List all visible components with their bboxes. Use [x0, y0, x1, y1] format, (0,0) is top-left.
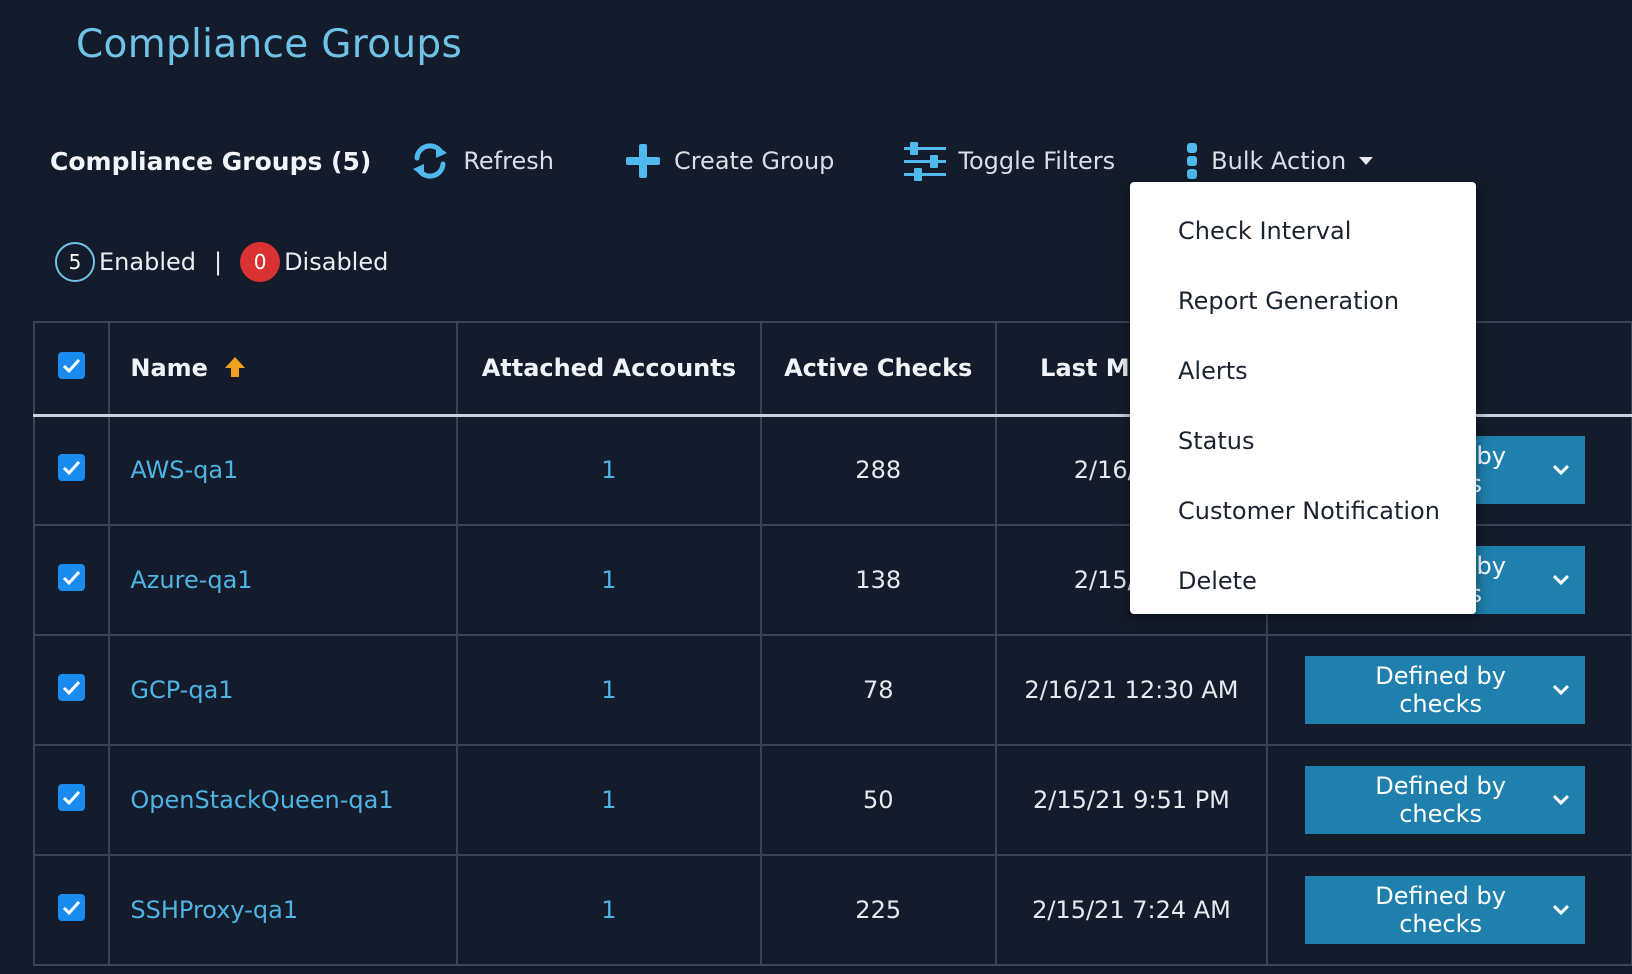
attached-accounts-link[interactable]: 1 [601, 676, 616, 704]
active-checks-cell: 288 [759, 415, 997, 525]
group-name-link[interactable]: OpenStackQueen-qa1 [130, 786, 393, 814]
disabled-count-badge: 0 [240, 242, 281, 282]
status-summary: 5 Enabled | 0 Disabled [55, 242, 388, 282]
attached-accounts-cell: 1 [456, 525, 762, 635]
status-dropdown-label: Defined by checks [1375, 772, 1506, 828]
attached-accounts-cell: 1 [456, 745, 762, 855]
menu-item-status[interactable]: Status [1130, 406, 1476, 476]
name-cell: AWS-qa1 [108, 415, 459, 525]
vertical-dots-icon [1187, 143, 1198, 179]
refresh-label: Refresh [463, 147, 554, 175]
last-modified-cell: 2/15/21 7:24 AM [994, 855, 1269, 965]
attached-accounts-link[interactable]: 1 [601, 896, 616, 924]
status-cell: Defined by checks [1266, 855, 1632, 965]
active-checks-cell: 138 [759, 525, 997, 635]
create-group-button[interactable]: Create Group [624, 142, 834, 180]
attached-accounts-link[interactable]: 1 [601, 786, 616, 814]
checkmark-icon [63, 358, 81, 373]
group-count-label: Compliance Groups (5) [50, 146, 372, 176]
chevron-down-icon [1552, 684, 1569, 696]
menu-item-customer-notification[interactable]: Customer Notification [1130, 476, 1476, 546]
checkmark-icon [63, 790, 81, 805]
checkmark-icon [63, 680, 81, 695]
enabled-label: Enabled [99, 248, 196, 276]
attached-accounts-cell: 1 [456, 415, 762, 525]
table-row: OpenStackQueen-qa1 1 50 2/15/21 9:51 PM … [32, 745, 1632, 855]
row-checkbox[interactable] [58, 453, 86, 481]
checkmark-icon [63, 900, 81, 915]
active-checks-cell: 225 [759, 855, 997, 965]
select-all-checkbox[interactable] [58, 351, 86, 379]
last-modified-cell: 2/16/21 12:30 AM [994, 635, 1269, 745]
status-separator: | [213, 248, 223, 276]
attached-accounts-link[interactable]: 1 [601, 566, 616, 594]
table-row: SSHProxy-qa1 1 225 2/15/21 7:24 AM Defin… [32, 855, 1632, 965]
last-modified-cell: 2/15/21 9:51 PM [994, 745, 1269, 855]
row-select-cell [32, 525, 111, 635]
name-cell: Azure-qa1 [108, 525, 459, 635]
refresh-button[interactable]: Refresh [409, 140, 554, 182]
select-all-cell [32, 321, 111, 417]
row-checkbox[interactable] [58, 673, 86, 701]
name-cell: SSHProxy-qa1 [108, 855, 459, 965]
group-name-link[interactable]: SSHProxy-qa1 [130, 896, 298, 924]
table-row: GCP-qa1 1 78 2/16/21 12:30 AM Defined by… [32, 635, 1632, 745]
name-cell: OpenStackQueen-qa1 [108, 745, 459, 855]
menu-item-check-interval[interactable]: Check Interval [1130, 196, 1476, 266]
row-checkbox[interactable] [58, 783, 86, 811]
menu-item-report-generation[interactable]: Report Generation [1130, 266, 1476, 336]
column-header-name-label: Name [130, 354, 208, 383]
bulk-action-menu: Check Interval Report Generation Alerts … [1130, 182, 1476, 614]
row-select-cell [32, 855, 111, 965]
group-name-link[interactable]: GCP-qa1 [130, 676, 233, 704]
row-select-cell [32, 635, 111, 745]
name-cell: GCP-qa1 [108, 635, 459, 745]
enabled-count-badge: 5 [55, 242, 95, 282]
toggle-filters-button[interactable]: Toggle Filters [904, 141, 1115, 181]
sort-ascending-icon [225, 357, 246, 378]
caret-down-icon [1359, 157, 1374, 165]
bulk-action-button[interactable]: Bulk Action [1185, 141, 1374, 181]
column-header-active-checks[interactable]: Active Checks [759, 321, 997, 417]
disabled-label: Disabled [284, 248, 389, 276]
refresh-icon [413, 143, 448, 179]
active-checks-cell: 78 [759, 635, 997, 745]
status-cell: Defined by checks [1266, 745, 1632, 855]
status-dropdown-label: Defined by checks [1375, 662, 1506, 718]
status-dropdown-label: Defined by checks [1375, 882, 1506, 938]
group-name-link[interactable]: AWS-qa1 [130, 456, 238, 484]
attached-accounts-link[interactable]: 1 [601, 456, 616, 484]
status-dropdown[interactable]: Defined by checks [1304, 656, 1585, 724]
attached-accounts-cell: 1 [456, 635, 762, 745]
filter-sliders-icon [904, 142, 947, 181]
checkmark-icon [63, 460, 81, 475]
row-select-cell [32, 745, 111, 855]
status-cell: Defined by checks [1266, 635, 1632, 745]
chevron-down-icon [1552, 794, 1569, 806]
column-header-name[interactable]: Name [108, 321, 459, 417]
chevron-down-icon [1552, 904, 1569, 916]
group-name-link[interactable]: Azure-qa1 [130, 566, 252, 594]
chevron-down-icon [1552, 574, 1569, 586]
column-header-attached-accounts[interactable]: Attached Accounts [456, 321, 762, 417]
checkmark-icon [63, 570, 81, 585]
toggle-filters-label: Toggle Filters [958, 147, 1116, 175]
status-dropdown[interactable]: Defined by checks [1304, 766, 1585, 834]
toolbar: Compliance Groups (5) Refresh Create Gro… [50, 136, 1444, 186]
page-title: Compliance Groups [76, 22, 463, 67]
row-checkbox[interactable] [58, 893, 86, 921]
plus-icon [625, 144, 660, 178]
chevron-down-icon [1552, 465, 1569, 476]
attached-accounts-cell: 1 [456, 855, 762, 965]
active-checks-cell: 50 [759, 745, 997, 855]
row-checkbox[interactable] [58, 563, 86, 591]
menu-item-alerts[interactable]: Alerts [1130, 336, 1476, 406]
row-select-cell [32, 415, 111, 525]
status-dropdown[interactable]: Defined by checks [1304, 876, 1585, 944]
create-group-label: Create Group [673, 147, 835, 175]
menu-item-delete[interactable]: Delete [1130, 546, 1476, 616]
bulk-action-label: Bulk Action [1211, 147, 1347, 175]
